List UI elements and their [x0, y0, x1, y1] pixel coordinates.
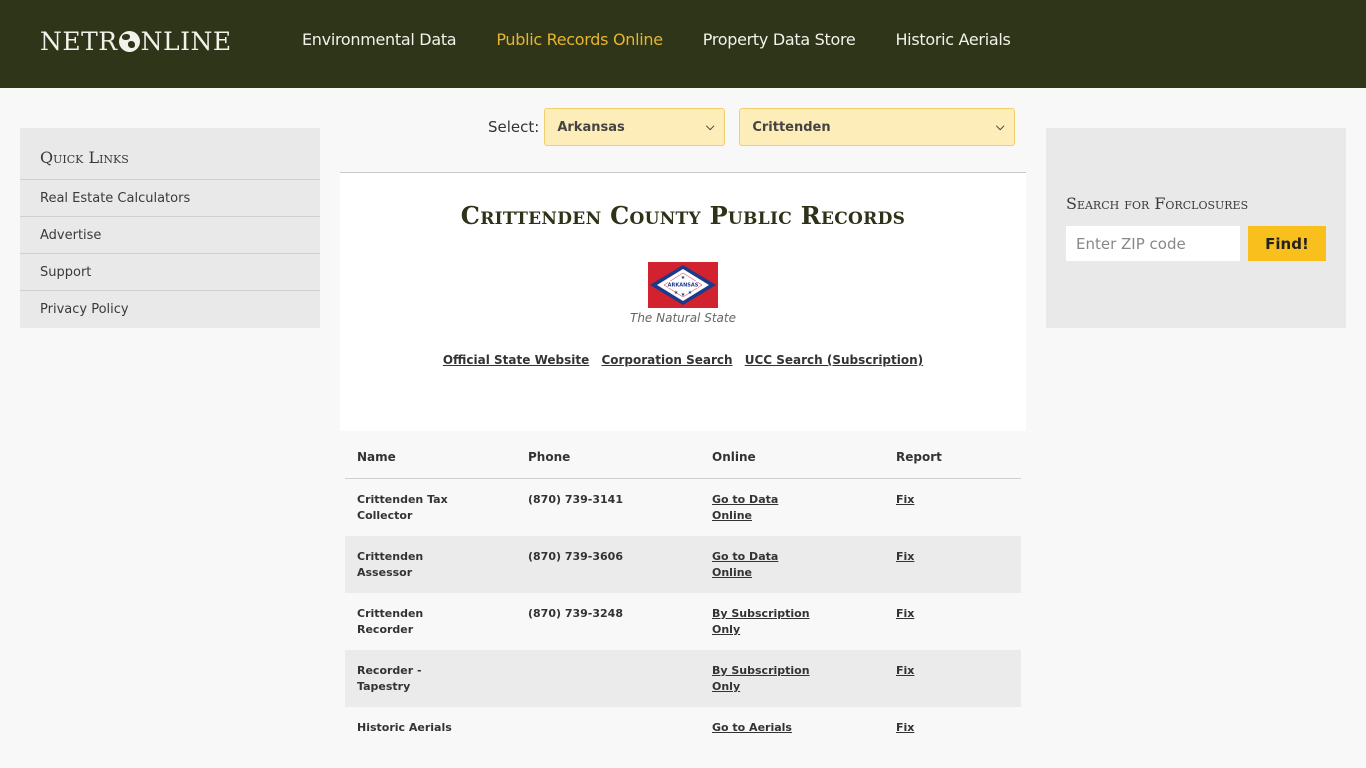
county-select-value: Crittenden	[752, 119, 831, 135]
svg-text:★: ★	[681, 275, 686, 281]
quick-links-title: Quick Links	[20, 128, 320, 180]
table-row: Crittenden Assessor (870) 739-3606 Go to…	[345, 536, 1021, 593]
record-online-link[interactable]: By Subscription Only	[712, 663, 812, 695]
svg-text:★: ★	[674, 290, 679, 296]
header-name: Name	[357, 450, 396, 464]
table-row: Crittenden Recorder (870) 739-3248 By Su…	[345, 593, 1021, 650]
record-name: Crittenden Assessor	[357, 550, 424, 579]
main-nav: Environmental Data Public Records Online…	[302, 30, 1011, 49]
record-phone	[528, 707, 712, 764]
svg-text:★: ★	[681, 292, 686, 298]
arkansas-flag-icon: ARKANSAS ★ ★ ★ ★	[648, 262, 718, 308]
header-report: Report	[896, 450, 942, 464]
flag-text: ARKANSAS	[668, 283, 699, 289]
header-online: Online	[712, 450, 756, 464]
zip-code-input[interactable]	[1066, 226, 1240, 261]
foreclosure-search-panel: Search for Forclosures Find!	[1046, 128, 1346, 328]
record-report-fix-link[interactable]: Fix	[896, 606, 996, 622]
chevron-down-icon: ⌵	[705, 120, 715, 133]
state-select[interactable]: Arkansas ⌵	[544, 108, 726, 146]
site-header: NETR NLINE Environmental Data Public Reco…	[0, 0, 1366, 88]
globe-icon	[118, 30, 140, 52]
state-links: Official State Website Corporation Searc…	[340, 353, 1026, 367]
corporation-search-link[interactable]: Corporation Search	[601, 353, 732, 367]
record-phone: (870) 739-3248	[528, 607, 623, 620]
county-select[interactable]: Crittenden ⌵	[739, 108, 1016, 146]
quick-links-panel: Quick Links Real Estate Calculators Adve…	[20, 128, 320, 328]
record-online-link[interactable]: Go to Data Online	[712, 492, 812, 524]
state-nickname: The Natural State	[630, 311, 736, 325]
record-report-fix-link[interactable]: Fix	[896, 549, 996, 565]
record-name: Crittenden Recorder	[357, 607, 424, 636]
table-row: Recorder - Tapestry By Subscription Only…	[345, 650, 1021, 707]
record-phone: (870) 739-3141	[528, 493, 623, 506]
svg-text:★: ★	[688, 290, 693, 296]
nav-public-records-online[interactable]: Public Records Online	[496, 30, 663, 49]
logo-text-end: NLINE	[140, 26, 232, 56]
nav-historic-aerials[interactable]: Historic Aerials	[895, 30, 1010, 49]
record-report-fix-link[interactable]: Fix	[896, 720, 996, 736]
select-label: Select:	[488, 118, 540, 136]
header-phone: Phone	[528, 450, 571, 464]
record-online-link[interactable]: Go to Data Online	[712, 549, 812, 581]
table-row: Historic Aerials Go to Aerials Fix	[345, 707, 1021, 764]
logo-text-start: NETR	[40, 26, 118, 56]
table-row: Crittenden Tax Collector (870) 739-3141 …	[345, 479, 1021, 536]
table-header: Name Phone Online Report	[345, 431, 1021, 479]
record-name: Historic Aerials	[357, 721, 452, 734]
quick-link-real-estate-calculators[interactable]: Real Estate Calculators	[20, 180, 320, 217]
ucc-search-link[interactable]: UCC Search (Subscription)	[745, 353, 923, 367]
state-select-value: Arkansas	[557, 119, 625, 135]
record-phone	[528, 650, 712, 707]
quick-link-support[interactable]: Support	[20, 254, 320, 291]
record-online-link[interactable]: Go to Aerials	[712, 720, 812, 736]
page-title: Crittenden County Public Records	[460, 201, 906, 230]
find-button[interactable]: Find!	[1248, 226, 1326, 261]
foreclosure-title: Search for Forclosures	[1066, 194, 1249, 213]
nav-environmental-data[interactable]: Environmental Data	[302, 30, 457, 49]
chevron-down-icon: ⌵	[995, 120, 1005, 133]
county-records-panel: Crittenden County Public Records ARKANSA…	[340, 172, 1026, 431]
record-name: Recorder - Tapestry	[357, 664, 422, 693]
official-state-website-link[interactable]: Official State Website	[443, 353, 589, 367]
records-table: Name Phone Online Report Crittenden Tax …	[345, 431, 1021, 764]
record-online-link[interactable]: By Subscription Only	[712, 606, 812, 638]
record-report-fix-link[interactable]: Fix	[896, 492, 996, 508]
record-phone: (870) 739-3606	[528, 550, 623, 563]
location-selector: Select: Arkansas ⌵ Crittenden ⌵	[488, 108, 1016, 146]
record-name: Crittenden Tax Collector	[357, 493, 448, 522]
netronline-logo[interactable]: NETR NLINE	[40, 26, 232, 56]
record-report-fix-link[interactable]: Fix	[896, 663, 996, 679]
quick-link-advertise[interactable]: Advertise	[20, 217, 320, 254]
quick-link-privacy-policy[interactable]: Privacy Policy	[20, 291, 320, 328]
nav-property-data-store[interactable]: Property Data Store	[703, 30, 856, 49]
